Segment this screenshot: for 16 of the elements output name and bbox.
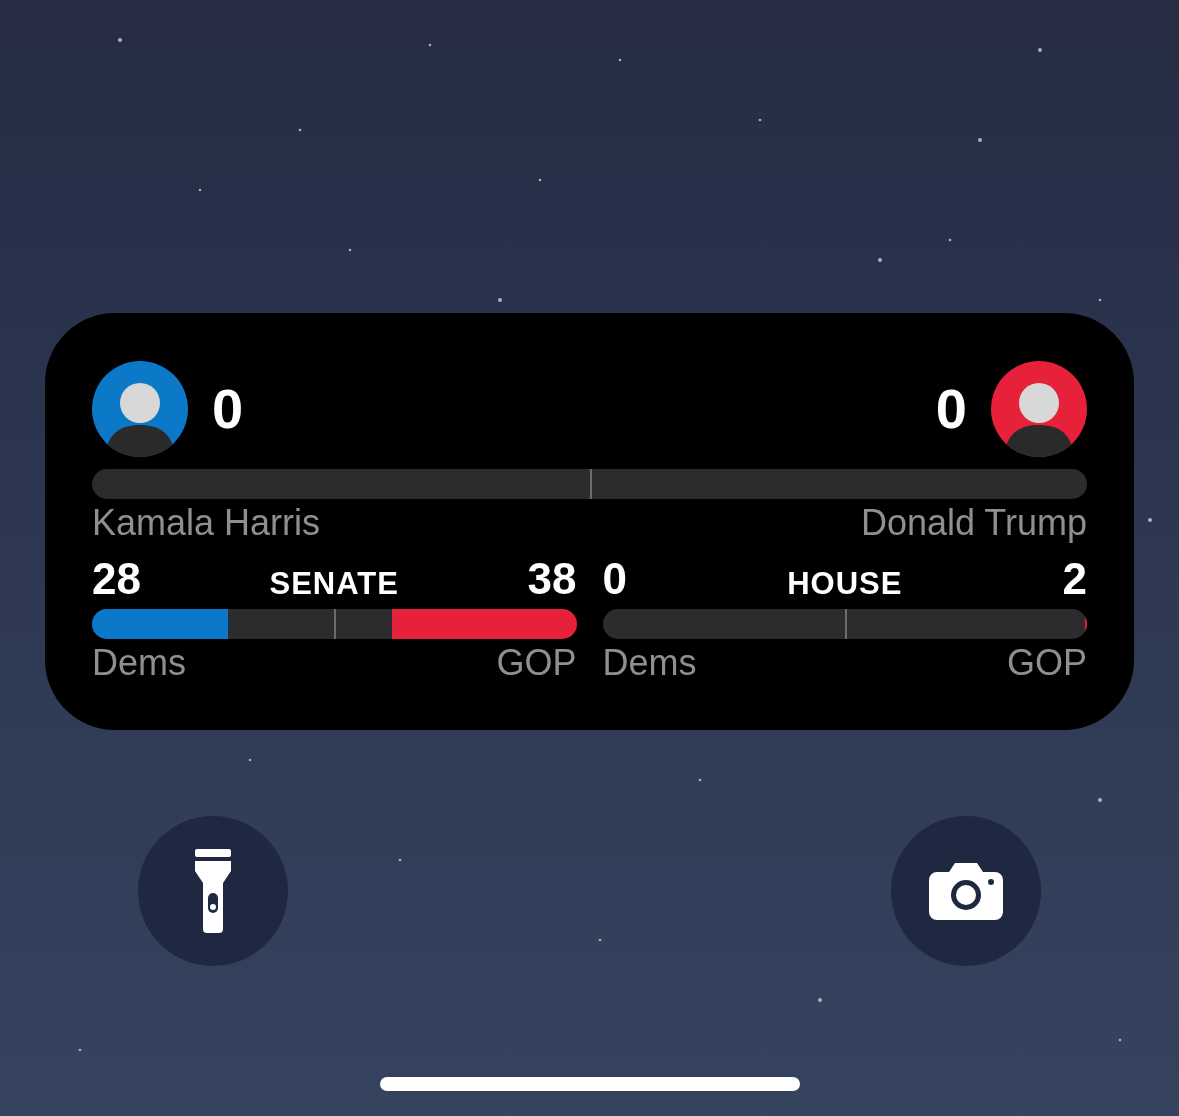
- party-label: GOP: [496, 643, 577, 683]
- flashlight-icon: [195, 849, 231, 933]
- camera-icon: [929, 862, 1003, 920]
- race-title: HOUSE: [787, 568, 903, 599]
- party-label: Dems: [602, 643, 697, 683]
- race-title: SENATE: [269, 568, 399, 599]
- seat-count: 28: [92, 557, 141, 601]
- seat-count: 2: [1062, 557, 1087, 601]
- seat-count: 38: [527, 557, 577, 601]
- party-label: GOP: [1007, 643, 1087, 683]
- party-label: Dems: [92, 643, 186, 683]
- electoral-votes: 0: [212, 381, 244, 437]
- seat-count: 0: [602, 557, 627, 601]
- candidate-name: Donald Trump: [860, 503, 1087, 543]
- electoral-votes: 0: [935, 381, 967, 437]
- candidate-name: Kamala Harris: [92, 503, 321, 543]
